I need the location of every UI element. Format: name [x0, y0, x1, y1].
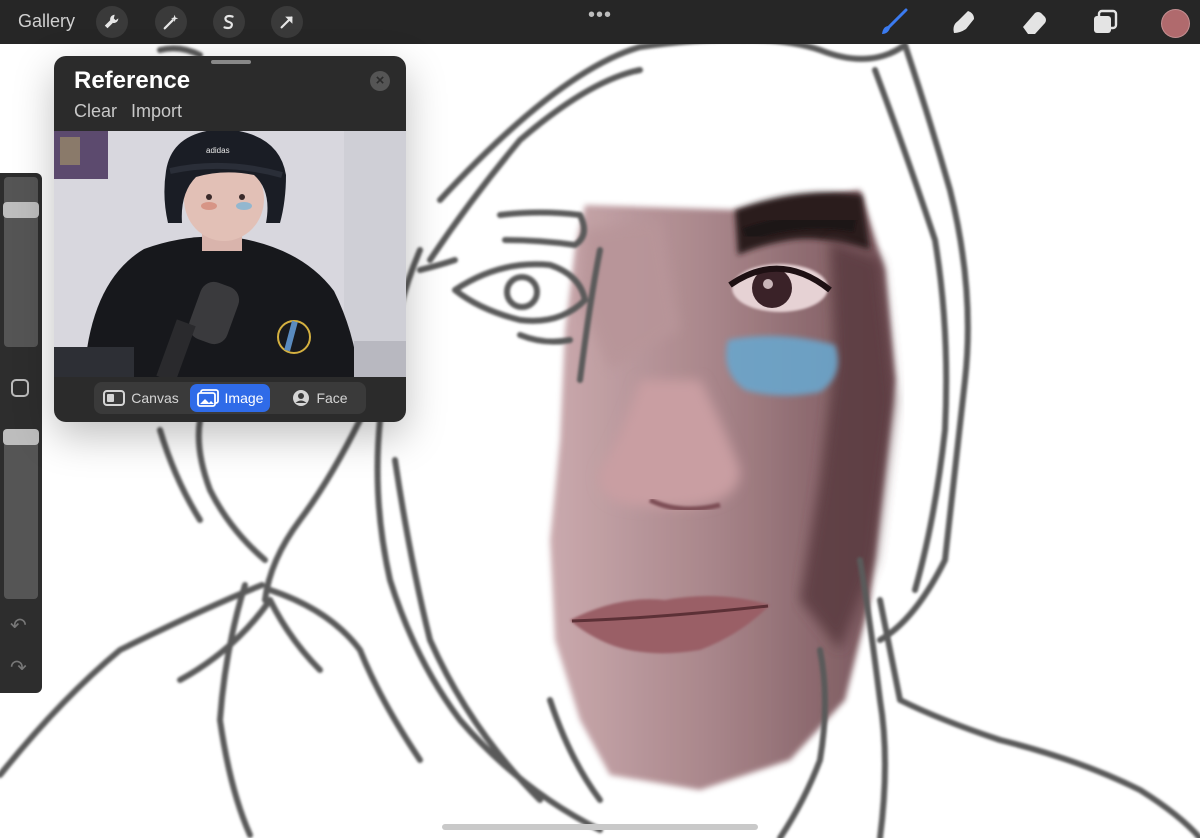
close-icon[interactable]: ×: [370, 71, 390, 91]
image-icon: [196, 389, 219, 407]
reference-panel[interactable]: Reference × Clear Import adidas Canvas I…: [54, 56, 406, 422]
wrench-icon[interactable]: [96, 6, 128, 38]
svg-text:adidas: adidas: [206, 146, 230, 155]
eraser-icon[interactable]: [1019, 7, 1049, 37]
top-toolbar: Gallery •••: [0, 0, 1200, 44]
face-icon: [293, 390, 310, 406]
import-button[interactable]: Import: [131, 101, 182, 122]
tab-canvas-label: Canvas: [131, 390, 179, 406]
transform-arrow-icon[interactable]: [271, 6, 303, 38]
reference-mode-segmented-control: Canvas Image Face: [94, 382, 366, 414]
selection-s-icon[interactable]: [213, 6, 245, 38]
more-options-button[interactable]: •••: [588, 4, 612, 27]
gallery-button[interactable]: Gallery: [18, 11, 75, 32]
color-picker-button[interactable]: [1161, 9, 1190, 38]
brush-opacity-slider[interactable]: [4, 429, 38, 599]
tab-image[interactable]: Image: [190, 384, 270, 412]
layers-icon[interactable]: [1090, 7, 1120, 37]
canvas-icon: [103, 390, 126, 406]
brush-icon[interactable]: [879, 7, 909, 37]
modify-button[interactable]: [11, 379, 29, 397]
smudge-icon[interactable]: [948, 7, 978, 37]
tab-image-label: Image: [224, 390, 264, 406]
tab-face-label: Face: [316, 390, 348, 406]
magic-wand-icon[interactable]: [155, 6, 187, 38]
tab-canvas[interactable]: Canvas: [96, 384, 186, 412]
painted-face: [550, 190, 895, 790]
redo-icon[interactable]: ↷: [10, 655, 27, 680]
clear-button[interactable]: Clear: [74, 101, 117, 122]
home-indicator[interactable]: [442, 824, 758, 830]
tab-face[interactable]: Face: [276, 384, 364, 412]
brush-size-knob[interactable]: [3, 201, 39, 218]
reference-image[interactable]: adidas: [54, 131, 406, 377]
undo-icon[interactable]: ↶: [10, 613, 27, 638]
panel-grabber[interactable]: [211, 60, 251, 64]
brush-sidebar: ↶ ↷: [0, 173, 42, 693]
panel-title: Reference: [74, 67, 191, 94]
brush-opacity-knob[interactable]: [3, 429, 39, 445]
